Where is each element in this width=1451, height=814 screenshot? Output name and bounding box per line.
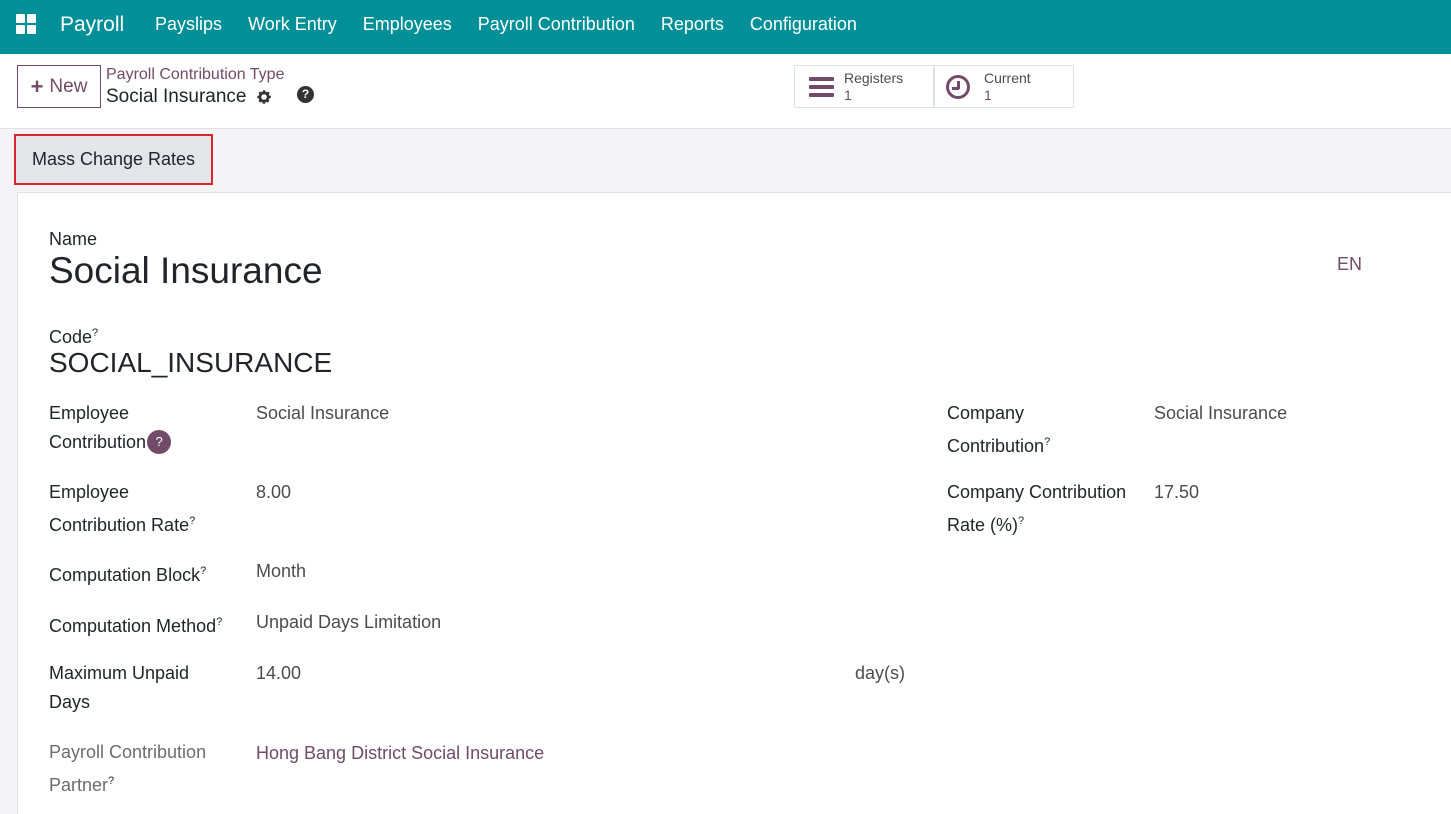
new-button[interactable]: + New: [17, 65, 101, 108]
company-rate-tooltip[interactable]: ?: [1018, 515, 1024, 527]
partner-label: Payroll Contribution Partner?: [49, 742, 207, 795]
computation-block-label: Computation Block?: [49, 565, 207, 585]
record-title: Social Insurance: [106, 86, 272, 108]
language-button[interactable]: EN: [1337, 254, 1362, 275]
max-unpaid-days-label: Maximum Unpaid Days: [49, 663, 190, 712]
max-unpaid-days-field[interactable]: 14.00: [256, 659, 301, 688]
record-title-text: Social Insurance: [106, 86, 247, 107]
computation-method-tooltip[interactable]: ?: [216, 616, 222, 628]
employee-rate-label: Employee Contribution Rate?: [49, 482, 196, 535]
apps-menu-icon[interactable]: [16, 14, 36, 34]
partner-link[interactable]: Hong Bang District Social Insurance: [256, 739, 544, 768]
employee-contribution-field[interactable]: Social Insurance: [256, 399, 389, 428]
mass-change-rates-button[interactable]: Mass Change Rates: [14, 134, 213, 185]
control-panel: + New Payroll Contribution Type Social I…: [0, 54, 1451, 129]
computation-method-field[interactable]: Unpaid Days Limitation: [256, 608, 441, 637]
menu-item-employees[interactable]: Employees: [363, 14, 452, 35]
help-icon[interactable]: ?: [297, 86, 314, 103]
list-icon: [809, 75, 835, 99]
menu-item-payslips[interactable]: Payslips: [155, 14, 222, 35]
clock-icon: [946, 75, 970, 99]
computation-block-tooltip[interactable]: ?: [200, 565, 206, 577]
max-unpaid-days-unit: day(s): [855, 663, 906, 683]
menu-item-configuration[interactable]: Configuration: [750, 14, 857, 35]
company-rate-label: Company Contribution Rate (%)?: [947, 482, 1127, 535]
menu-item-work-entry[interactable]: Work Entry: [248, 14, 337, 35]
top-navbar: Payroll Payslips Work Entry Employees Pa…: [0, 0, 1451, 54]
partner-tooltip[interactable]: ?: [108, 775, 114, 787]
code-field[interactable]: SOCIAL_INSURANCE: [49, 347, 332, 379]
main-menu: Payslips Work Entry Employees Payroll Co…: [155, 14, 883, 35]
employee-rate-field[interactable]: 8.00: [256, 478, 291, 507]
employee-rate-tooltip[interactable]: ?: [189, 515, 195, 527]
menu-item-payroll-contribution[interactable]: Payroll Contribution: [478, 14, 635, 35]
company-contribution-label: Company Contribution?: [947, 403, 1051, 456]
app-brand[interactable]: Payroll: [60, 13, 124, 37]
current-label: Current: [984, 70, 1031, 86]
breadcrumb-parent[interactable]: Payroll Contribution Type: [106, 66, 284, 84]
computation-method-label: Computation Method?: [49, 616, 223, 636]
company-contribution-tooltip[interactable]: ?: [1044, 436, 1050, 448]
current-count: 1: [984, 87, 992, 103]
menu-item-reports[interactable]: Reports: [661, 14, 724, 35]
registers-count: 1: [844, 87, 852, 103]
registers-label: Registers: [844, 70, 904, 86]
plus-icon: +: [30, 73, 44, 99]
name-field[interactable]: Social Insurance: [49, 250, 323, 292]
gear-icon[interactable]: [256, 89, 272, 105]
action-bar: Mass Change Rates: [0, 129, 1451, 193]
company-contribution-field[interactable]: Social Insurance: [1154, 399, 1287, 428]
registers-stat-button[interactable]: Registers 1: [794, 65, 934, 108]
help-circle-icon[interactable]: ?: [147, 430, 172, 454]
computation-block-field[interactable]: Month: [256, 557, 306, 586]
form-sheet: Name Social Insurance EN Code? SOCIAL_IN…: [17, 192, 1451, 814]
company-rate-field[interactable]: 17.50: [1154, 478, 1199, 507]
code-tooltip[interactable]: ?: [92, 327, 98, 339]
current-stat-button[interactable]: Current 1: [934, 65, 1074, 108]
new-button-label: New: [49, 75, 88, 97]
employee-contribution-label: Employee Contribution?: [49, 399, 172, 457]
